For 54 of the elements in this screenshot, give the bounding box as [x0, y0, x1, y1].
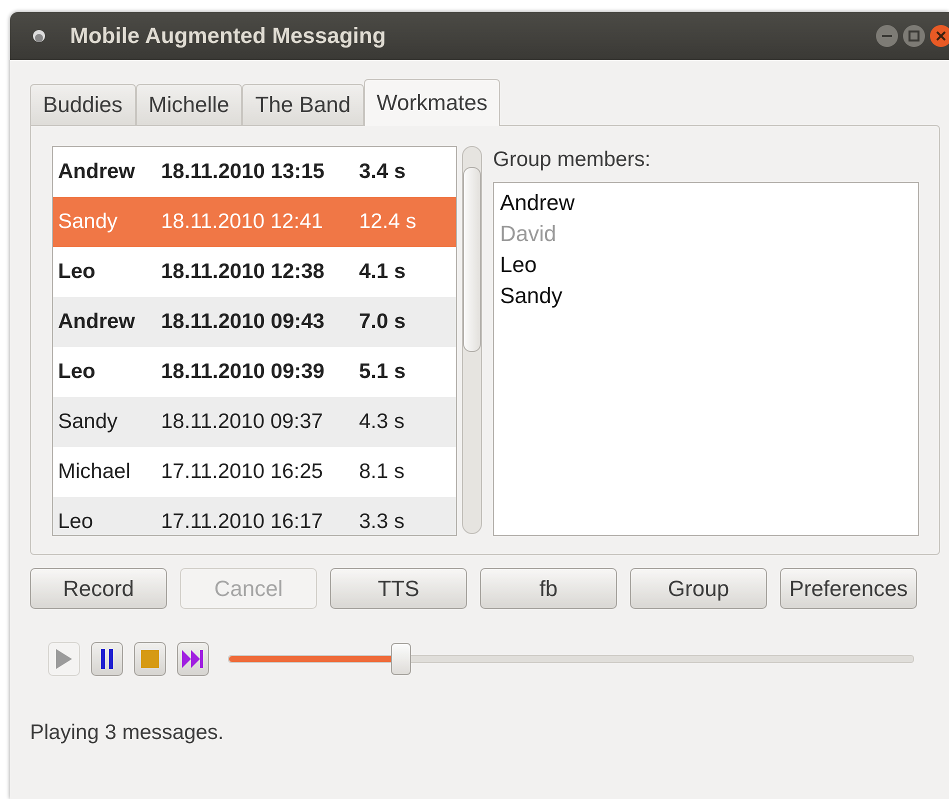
duration-cell-text: 5.1 s: [358, 359, 407, 385]
stop-icon: [141, 650, 159, 668]
time-cell-text: 17.11.2010 16:17: [160, 509, 324, 535]
time-cell-text: 18.11.2010 13:15: [160, 159, 326, 185]
message-row[interactable]: Andrew 18.11.2010 09:43 7.0 s: [53, 297, 456, 347]
duration-cell-text: 7.0 s: [358, 309, 407, 335]
scrollbar[interactable]: [462, 146, 482, 534]
duration-cell-text: 3.4 s: [358, 159, 407, 185]
duration-cell-text: 8.1 s: [358, 459, 406, 485]
pause-icon: [100, 649, 114, 669]
sender-cell-text: Michael: [57, 459, 132, 485]
play-icon: [55, 649, 73, 669]
member-item[interactable]: Leo: [500, 249, 912, 280]
action-button[interactable]: Preferences: [780, 568, 917, 609]
sender-cell-text: Leo: [57, 259, 96, 285]
group-members-label: Group members:: [493, 148, 652, 172]
skip-button[interactable]: [177, 642, 209, 676]
app-icon: [32, 29, 46, 43]
time-cell-text: 18.11.2010 09:39: [160, 359, 326, 385]
sender-cell-text: Leo: [57, 509, 94, 535]
action-button[interactable]: Group: [630, 568, 767, 609]
scroll-thumb[interactable]: [463, 167, 481, 352]
member-item[interactable]: Andrew: [500, 187, 912, 218]
message-row[interactable]: Leo 17.11.2010 16:17 3.3 s: [53, 497, 456, 535]
tab[interactable]: Buddies: [30, 84, 136, 125]
duration-cell-text: 3.3 s: [358, 509, 406, 535]
tab[interactable]: Michelle: [136, 84, 242, 125]
time-cell-text: 18.11.2010 09:43: [160, 309, 326, 335]
message-row[interactable]: Sandy 18.11.2010 09:37 4.3 s: [53, 397, 456, 447]
sender-cell-text: Andrew: [57, 309, 136, 335]
action-button[interactable]: Record: [30, 568, 167, 609]
sender-cell-text: Sandy: [57, 409, 119, 435]
tab[interactable]: The Band: [242, 84, 364, 125]
pause-button[interactable]: [91, 642, 123, 676]
close-button[interactable]: [929, 24, 949, 48]
status-text: Playing 3 messages.: [30, 721, 225, 745]
action-button[interactable]: TTS: [330, 568, 467, 609]
stop-button[interactable]: [134, 642, 166, 676]
tab[interactable]: Workmates: [364, 79, 500, 126]
maximize-button[interactable]: [902, 24, 926, 48]
slider-thumb[interactable]: [391, 643, 411, 675]
sender-cell-text: Andrew: [57, 159, 136, 185]
window-title: Mobile Augmented Messaging: [70, 23, 386, 49]
sender-cell-text: Leo: [57, 359, 96, 385]
time-cell-text: 18.11.2010 09:37: [160, 409, 324, 435]
duration-cell-text: 4.1 s: [358, 259, 407, 285]
time-cell-text: 18.11.2010 12:38: [160, 259, 326, 285]
duration-cell-text: 4.3 s: [358, 409, 406, 435]
skip-forward-icon: [182, 650, 204, 668]
action-button[interactable]: fb: [480, 568, 617, 609]
progress-slider[interactable]: [228, 643, 914, 675]
minimize-button[interactable]: [875, 24, 899, 48]
time-cell-text: 17.11.2010 16:25: [160, 459, 324, 485]
member-item[interactable]: Sandy: [500, 280, 912, 311]
